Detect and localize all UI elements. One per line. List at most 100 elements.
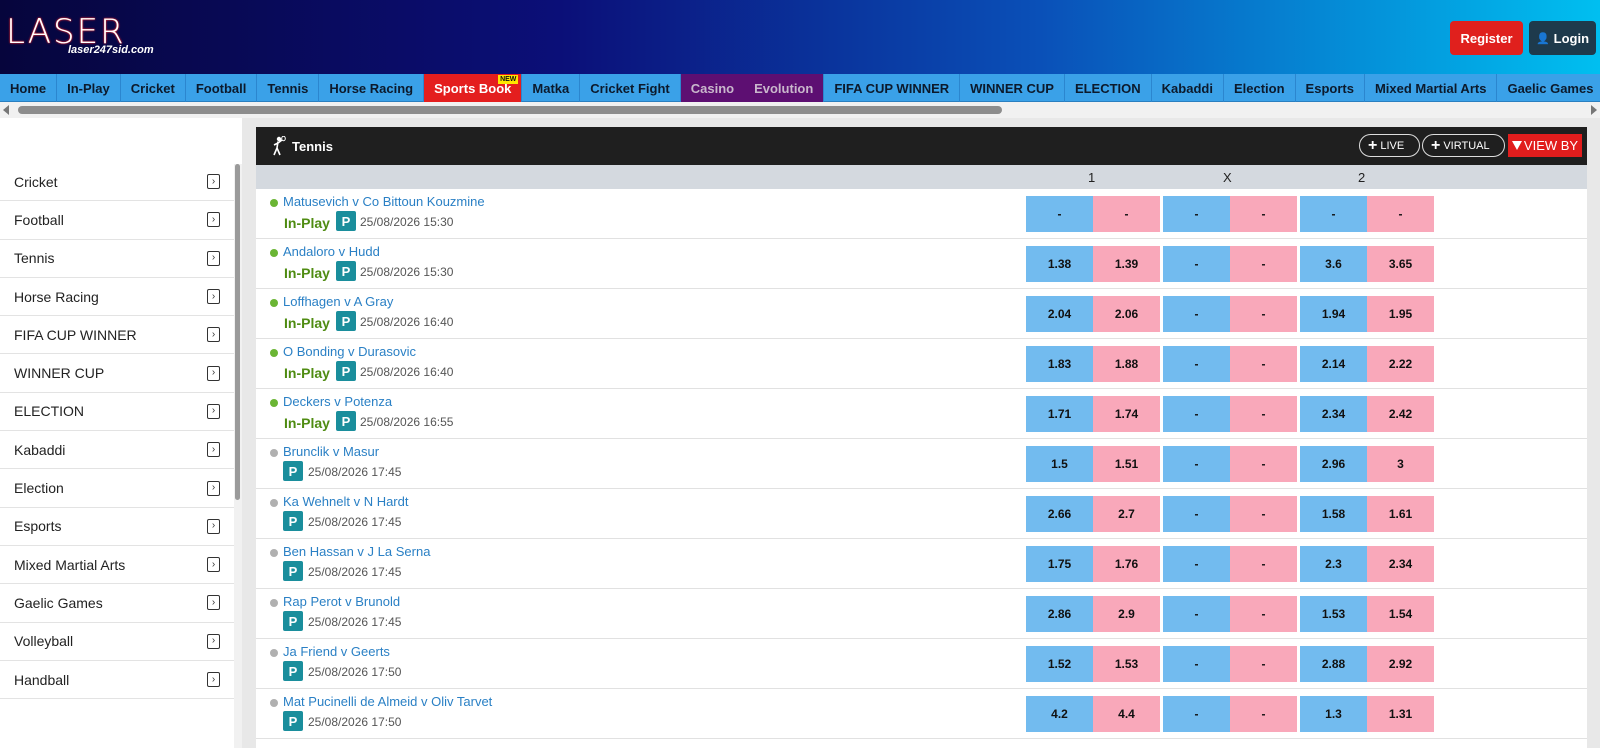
lay-odds-button[interactable]: 2.92	[1367, 646, 1434, 682]
back-odds-button[interactable]: 2.14	[1300, 346, 1367, 382]
lay-odds-button[interactable]: -	[1230, 296, 1297, 332]
lay-odds-button[interactable]: -	[1230, 596, 1297, 632]
back-odds-button[interactable]: 1.38	[1026, 246, 1093, 282]
back-odds-button[interactable]: -	[1163, 196, 1230, 232]
lay-odds-button[interactable]: 1.54	[1367, 596, 1434, 632]
sidebar-item-esports[interactable]: Esports ›	[0, 508, 234, 546]
back-odds-button[interactable]: -	[1163, 346, 1230, 382]
lay-odds-button[interactable]: 3.65	[1367, 246, 1434, 282]
nav-item-in-play[interactable]: In-Play	[57, 74, 121, 102]
sidebar-item-tennis[interactable]: Tennis ›	[0, 240, 234, 278]
nav-item-cricket[interactable]: Cricket	[121, 74, 186, 102]
lay-odds-button[interactable]: 2.42	[1367, 396, 1434, 432]
lay-odds-button[interactable]: 2.9	[1093, 596, 1160, 632]
lay-odds-button[interactable]: 3	[1367, 446, 1434, 482]
lay-odds-button[interactable]: 2.34	[1367, 546, 1434, 582]
nav-item-tennis[interactable]: Tennis	[257, 74, 320, 102]
back-odds-button[interactable]: -	[1300, 196, 1367, 232]
nav-scrollbar[interactable]	[0, 102, 1600, 118]
sidebar-item-handball[interactable]: Handball ›	[0, 661, 234, 700]
nav-item-sports-book[interactable]: Sports Book NEW	[424, 74, 523, 102]
back-odds-button[interactable]: -	[1026, 196, 1093, 232]
match-name-link[interactable]: Brunclik v Masur	[283, 444, 379, 459]
nav-item-winner-cup[interactable]: WINNER CUP	[960, 74, 1065, 102]
sidebar-item-horse-racing[interactable]: Horse Racing ›	[0, 278, 234, 317]
lay-odds-button[interactable]: 1.51	[1093, 446, 1160, 482]
lay-odds-button[interactable]: 1.95	[1367, 296, 1434, 332]
lay-odds-button[interactable]: 1.88	[1093, 346, 1160, 382]
nav-item-election[interactable]: ELECTION	[1065, 74, 1152, 102]
login-button[interactable]: 👤 Login	[1529, 21, 1596, 55]
match-name-link[interactable]: Ja Friend v Geerts	[283, 644, 390, 659]
sidebar-item-kabaddi[interactable]: Kabaddi ›	[0, 431, 234, 470]
sidebar-scrollbar-thumb[interactable]	[235, 164, 240, 500]
lay-odds-button[interactable]: 2.7	[1093, 496, 1160, 532]
sidebar-item-gaelic-games[interactable]: Gaelic Games ›	[0, 584, 234, 623]
nav-item-fifa-cup-winner[interactable]: FIFA CUP WINNER	[824, 74, 961, 102]
sidebar-item-fifa-cup-winner[interactable]: FIFA CUP WINNER ›	[0, 316, 234, 355]
nav-item-kabaddi[interactable]: Kabaddi	[1152, 74, 1224, 102]
lay-odds-button[interactable]: 1.53	[1093, 646, 1160, 682]
back-odds-button[interactable]: 1.75	[1026, 546, 1093, 582]
back-odds-button[interactable]: 2.86	[1026, 596, 1093, 632]
back-odds-button[interactable]: 2.04	[1026, 296, 1093, 332]
sidebar-item-election[interactable]: ELECTION ›	[0, 393, 234, 432]
sidebar-item-mixed-martial-arts[interactable]: Mixed Martial Arts ›	[0, 546, 234, 585]
scrollbar-thumb[interactable]	[18, 106, 1002, 114]
view-by-button[interactable]: VIEW BY	[1508, 134, 1582, 157]
lay-odds-button[interactable]: 4.4	[1093, 696, 1160, 732]
back-odds-button[interactable]: 1.94	[1300, 296, 1367, 332]
lay-odds-button[interactable]: 1.76	[1093, 546, 1160, 582]
lay-odds-button[interactable]: -	[1230, 396, 1297, 432]
register-button[interactable]: Register	[1450, 21, 1523, 55]
nav-item-football[interactable]: Football	[186, 74, 258, 102]
nav-item-gaelic-games[interactable]: Gaelic Games	[1497, 74, 1600, 102]
lay-odds-button[interactable]: -	[1230, 446, 1297, 482]
back-odds-button[interactable]: 4.2	[1026, 696, 1093, 732]
sidebar-scrollbar[interactable]	[234, 164, 242, 748]
nav-item-home[interactable]: Home	[0, 74, 58, 102]
nav-item-horse-racing[interactable]: Horse Racing	[319, 74, 425, 102]
lay-odds-button[interactable]: -	[1230, 346, 1297, 382]
lay-odds-button[interactable]: -	[1367, 196, 1434, 232]
nav-item-casino[interactable]: Casino	[680, 74, 745, 102]
nav-item-matka[interactable]: Matka	[522, 74, 581, 102]
lay-odds-button[interactable]: 2.22	[1367, 346, 1434, 382]
nav-item-esports[interactable]: Esports	[1296, 74, 1365, 102]
back-odds-button[interactable]: 2.3	[1300, 546, 1367, 582]
back-odds-button[interactable]: -	[1163, 696, 1230, 732]
match-name-link[interactable]: Mat Pucinelli de Almeid v Oliv Tarvet	[283, 694, 492, 709]
sidebar-item-election[interactable]: Election ›	[0, 469, 234, 508]
back-odds-button[interactable]: 2.88	[1300, 646, 1367, 682]
lay-odds-button[interactable]: -	[1230, 496, 1297, 532]
back-odds-button[interactable]: -	[1163, 596, 1230, 632]
back-odds-button[interactable]: 1.5	[1026, 446, 1093, 482]
back-odds-button[interactable]: -	[1163, 246, 1230, 282]
lay-odds-button[interactable]: -	[1230, 196, 1297, 232]
nav-item-evolution[interactable]: Evolution	[744, 74, 825, 102]
nav-item-election[interactable]: Election	[1224, 74, 1296, 102]
lay-odds-button[interactable]: 1.39	[1093, 246, 1160, 282]
lay-odds-button[interactable]: -	[1230, 546, 1297, 582]
sidebar-item-cricket[interactable]: Cricket ›	[0, 163, 234, 202]
site-logo[interactable]: LASER laser247sid.com	[6, 12, 186, 60]
back-odds-button[interactable]: 1.53	[1300, 596, 1367, 632]
back-odds-button[interactable]: 1.83	[1026, 346, 1093, 382]
back-odds-button[interactable]: -	[1163, 546, 1230, 582]
scroll-left-icon[interactable]	[3, 105, 9, 115]
lay-odds-button[interactable]: 1.61	[1367, 496, 1434, 532]
lay-odds-button[interactable]: -	[1230, 696, 1297, 732]
lay-odds-button[interactable]: 1.74	[1093, 396, 1160, 432]
lay-odds-button[interactable]: 1.31	[1367, 696, 1434, 732]
lay-odds-button[interactable]: 2.06	[1093, 296, 1160, 332]
back-odds-button[interactable]: 2.66	[1026, 496, 1093, 532]
sidebar-item-volleyball[interactable]: Volleyball ›	[0, 623, 234, 661]
lay-odds-button[interactable]: -	[1230, 246, 1297, 282]
back-odds-button[interactable]: -	[1163, 646, 1230, 682]
match-name-link[interactable]: Matusevich v Co Bittoun Kouzmine	[283, 194, 485, 209]
match-name-link[interactable]: Ka Wehnelt v N Hardt	[283, 494, 408, 509]
match-name-link[interactable]: Andaloro v Hudd	[283, 244, 380, 259]
back-odds-button[interactable]: 2.96	[1300, 446, 1367, 482]
scroll-right-icon[interactable]	[1591, 105, 1597, 115]
back-odds-button[interactable]: 1.3	[1300, 696, 1367, 732]
